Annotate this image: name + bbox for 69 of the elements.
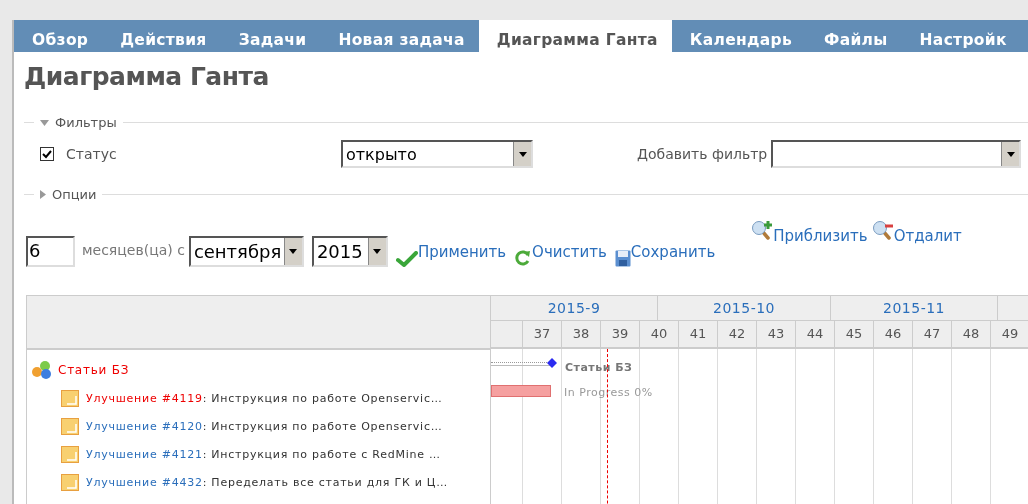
status-checkbox[interactable]: [40, 147, 54, 161]
zoom-in-icon: [751, 220, 774, 240]
week-header: 42: [718, 321, 757, 347]
nav-tab[interactable]: Новая задача: [320, 20, 479, 52]
month-header: 2015-9: [491, 296, 658, 320]
week-header: 46: [874, 321, 913, 347]
week-header: 41: [679, 321, 718, 347]
project-name[interactable]: Статьи БЗ: [58, 363, 130, 377]
dropdown-arrow-icon[interactable]: [289, 249, 298, 254]
issue-subject: : Инструкция по работе Openservic…: [202, 391, 443, 405]
issue-icon: [61, 473, 79, 491]
zoom-out-link[interactable]: Отдалит: [893, 220, 962, 251]
refresh-icon: [514, 249, 533, 267]
checkmark-icon: [395, 251, 418, 267]
issue-link[interactable]: Улучшение #4119: [86, 391, 203, 405]
week-header: 44: [796, 321, 835, 347]
issue-subject: : Переделать все статьи для ГК и Ц…: [202, 475, 448, 489]
zoom-out-icon: [871, 220, 894, 240]
issue-icon: [61, 445, 79, 463]
filters-legend[interactable]: Фильтры: [55, 115, 117, 130]
week-header: 38: [562, 321, 601, 347]
page-title: Диаграмма Ганта: [24, 62, 270, 91]
project-icon: [31, 360, 53, 380]
add-filter-label: Добавить фильтр: [637, 146, 768, 162]
dropdown-arrow-icon[interactable]: [373, 249, 382, 254]
project-bar-label: Статьи БЗ: [565, 361, 633, 374]
issue-link[interactable]: Улучшение #4121: [86, 447, 203, 461]
week-header: 39: [601, 321, 640, 347]
issue-bar: [491, 385, 551, 397]
add-filter-select[interactable]: [771, 140, 1022, 168]
months-label: месяцев(ца) с: [82, 241, 185, 258]
week-header: 43: [757, 321, 796, 347]
week-header: 40: [640, 321, 679, 347]
issue-link[interactable]: Улучшение #4120: [86, 419, 203, 433]
issue-icon: [61, 389, 79, 407]
month-header: 2015-11: [831, 296, 998, 320]
milestone-diamond: [547, 358, 557, 368]
nav-tab[interactable]: Файлы: [806, 20, 902, 52]
expanded-arrow-icon[interactable]: [40, 119, 49, 126]
status-select[interactable]: открыто: [341, 140, 533, 168]
dropdown-arrow-icon[interactable]: [518, 151, 527, 157]
months-input[interactable]: 6: [26, 236, 75, 267]
week-header: 47: [913, 321, 952, 347]
nav-tab[interactable]: Настройк: [901, 20, 1021, 52]
nav-tab[interactable]: Действия: [102, 20, 221, 52]
clear-link[interactable]: Очистить: [532, 236, 607, 267]
nav-tab[interactable]: Задачи: [220, 20, 321, 52]
issue-link[interactable]: Улучшение #4432: [86, 475, 203, 489]
week-header: 48: [952, 321, 991, 347]
issue-subject: : Инструкция по работе Openservic…: [202, 419, 443, 433]
week-header: 45: [835, 321, 874, 347]
nav-tab[interactable]: Диаграмма Ганта: [478, 20, 672, 52]
dropdown-arrow-icon[interactable]: [1006, 151, 1015, 157]
filter-label: Статус: [66, 146, 118, 162]
zoom-in-link[interactable]: Приблизить: [773, 220, 868, 251]
apply-link[interactable]: Применить: [417, 236, 507, 267]
week-header: 49: [991, 321, 1028, 347]
issue-bar-label: In Progress 0%: [564, 386, 653, 399]
issue-subject: : Инструкция по работе с RedMine …: [202, 447, 441, 461]
year-select[interactable]: 2015: [311, 236, 388, 267]
save-link[interactable]: Сохранить: [630, 236, 716, 267]
issue-icon: [61, 417, 79, 435]
nav-tab[interactable]: Календарь: [671, 20, 807, 52]
week-header: 37: [523, 321, 562, 347]
collapsed-arrow-icon[interactable]: [40, 190, 46, 199]
month-select[interactable]: сентября: [188, 236, 304, 267]
month-header: 2015-10: [658, 296, 831, 320]
options-legend[interactable]: Опции: [52, 187, 97, 202]
nav-tab[interactable]: Обзор: [14, 20, 103, 52]
